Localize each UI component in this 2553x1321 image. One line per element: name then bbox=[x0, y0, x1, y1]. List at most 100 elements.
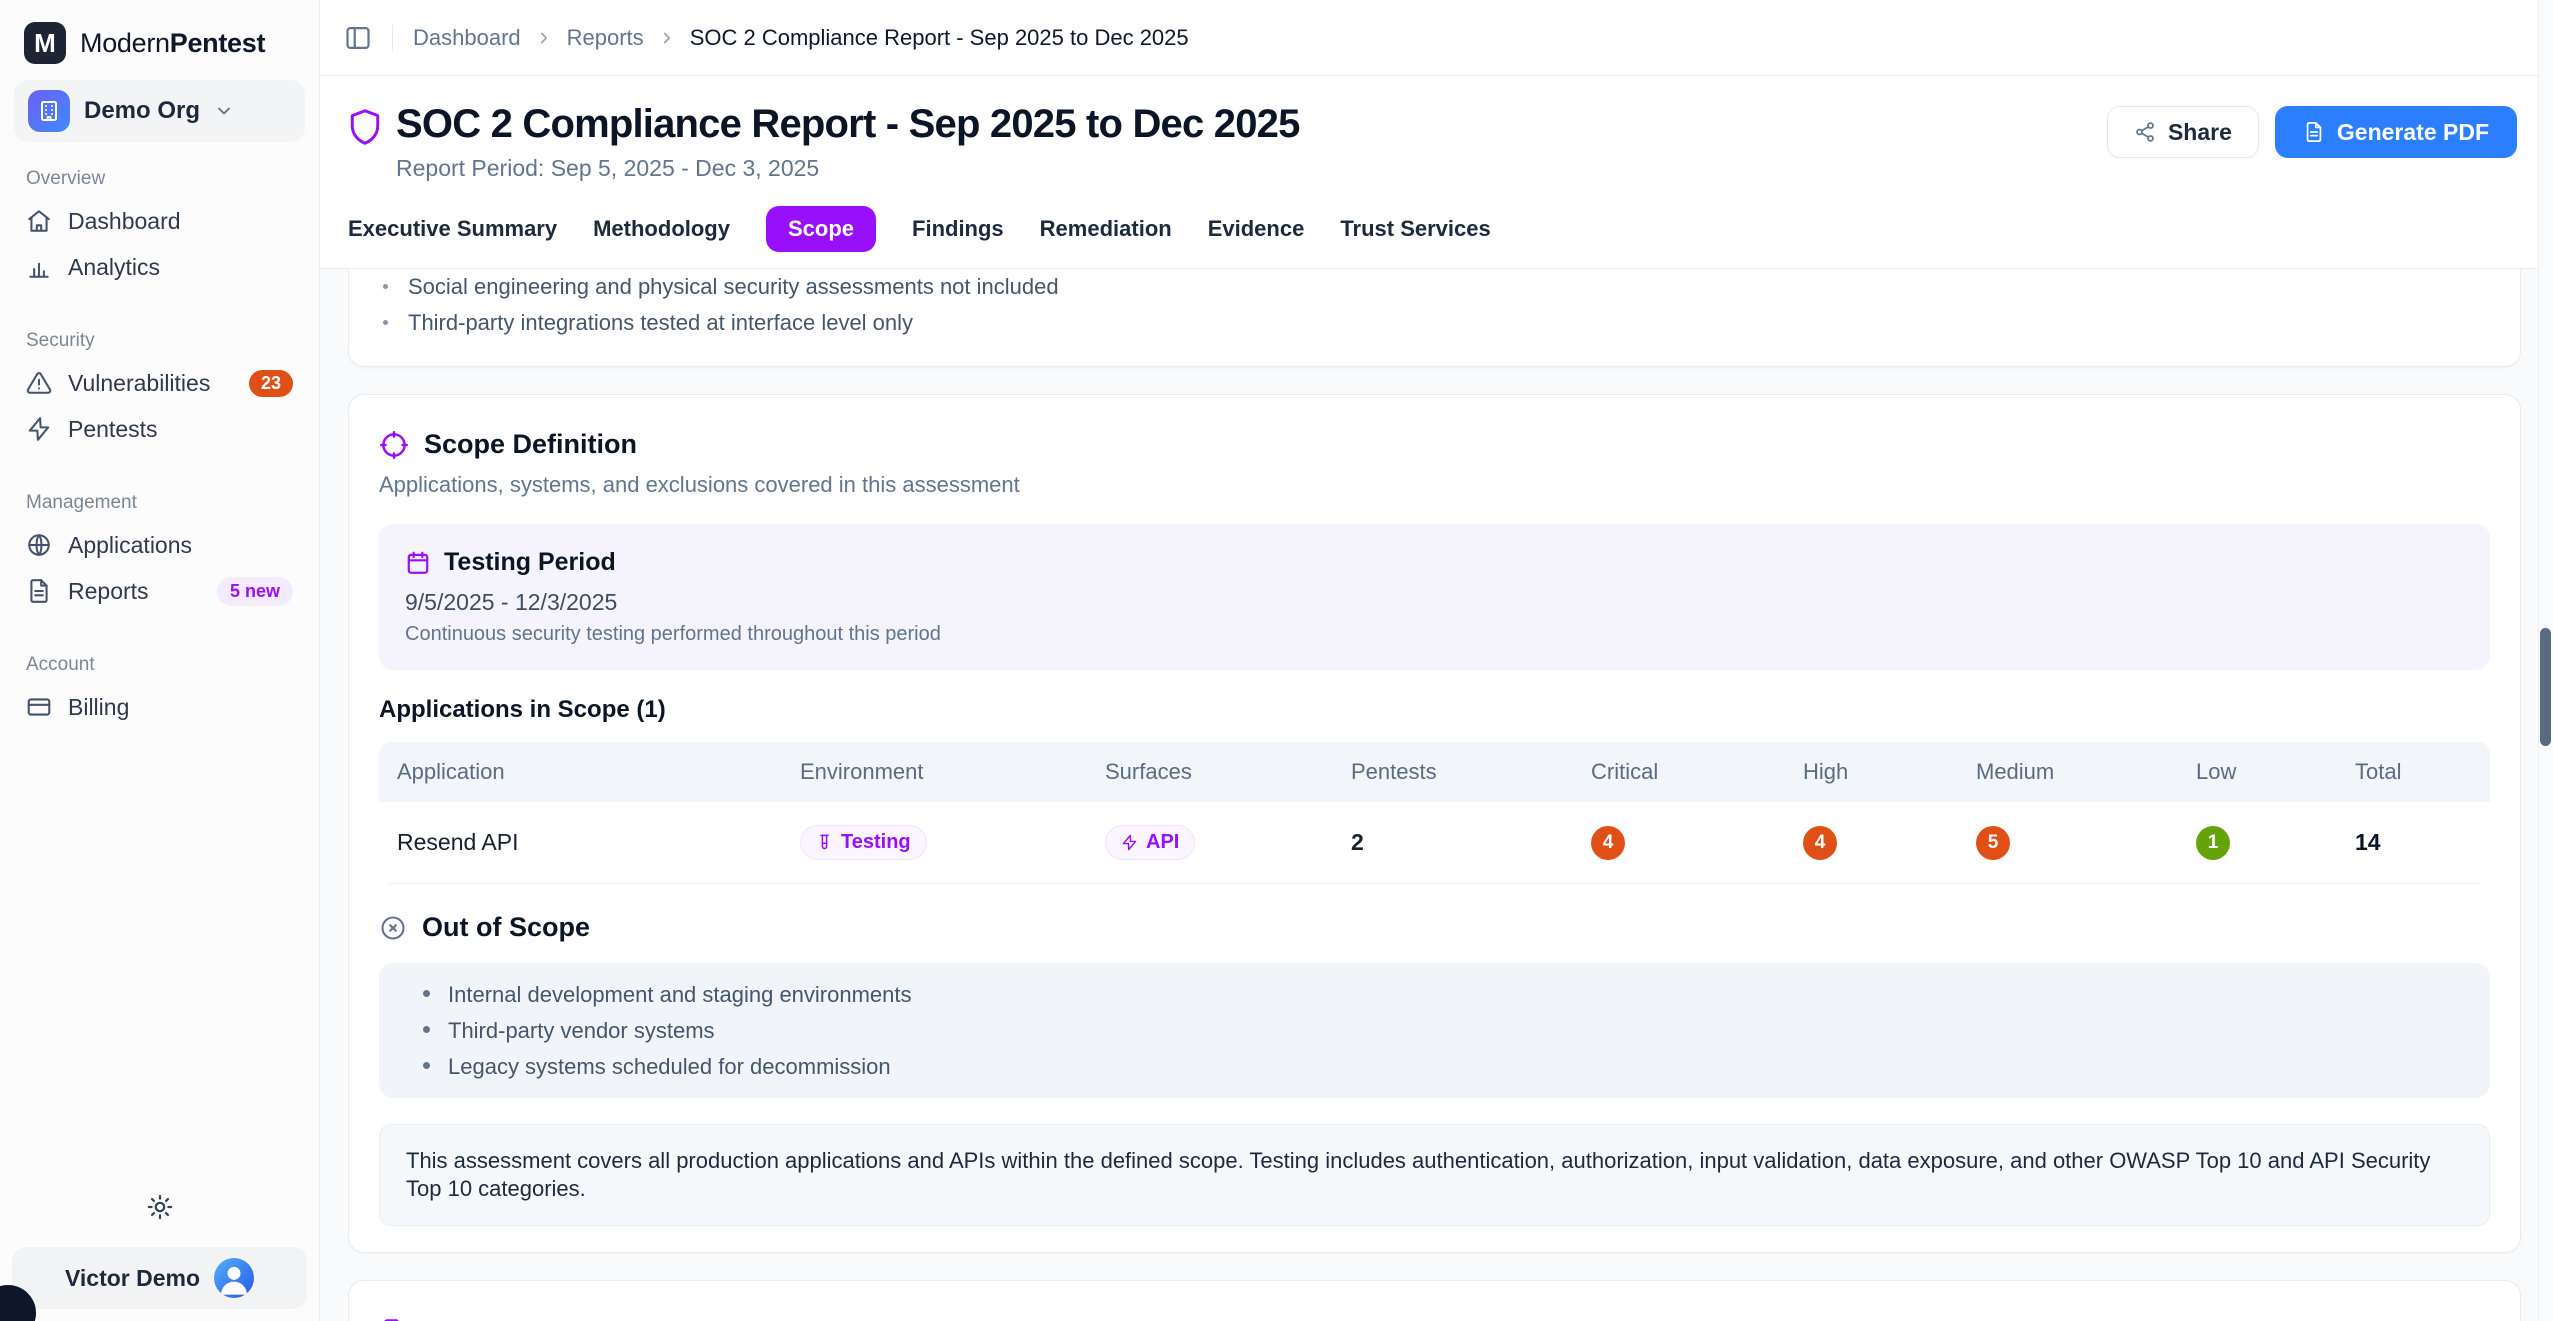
brand: M ModernPentest bbox=[0, 0, 319, 64]
zap-icon bbox=[1121, 834, 1138, 851]
share-label: Share bbox=[2168, 119, 2232, 146]
sidebar-item-vulnerabilities[interactable]: Vulnerabilities 23 bbox=[0, 360, 319, 406]
user-menu[interactable]: Victor Demo bbox=[12, 1247, 307, 1309]
tab-findings[interactable]: Findings bbox=[912, 206, 1004, 252]
avatar bbox=[214, 1258, 254, 1298]
brand-logo-icon: M bbox=[24, 22, 66, 64]
scope-definition-card: Scope Definition Applications, systems, … bbox=[348, 394, 2521, 1253]
applications-table: Application Environment Surfaces Pentest… bbox=[379, 742, 2490, 884]
table-row: Resend API Testing API bbox=[379, 802, 2490, 884]
sidebar-item-reports[interactable]: Reports 5 new bbox=[0, 568, 319, 614]
col-high: High bbox=[1803, 759, 1976, 785]
sidebar-item-label: Vulnerabilities bbox=[68, 370, 210, 397]
report-content: Social engineering and physical security… bbox=[320, 269, 2553, 1321]
security-findings-title: Security Findings bbox=[424, 1317, 651, 1321]
credit-card-icon bbox=[26, 694, 52, 720]
bullet-dot bbox=[383, 284, 388, 289]
sidebar-item-label: Pentests bbox=[68, 416, 158, 443]
col-critical: Critical bbox=[1591, 759, 1803, 785]
application-name: Resend API bbox=[397, 829, 800, 856]
security-findings-card: Security Findings Detailed vulnerabiliti… bbox=[348, 1280, 2521, 1321]
sidebar-spacer bbox=[0, 730, 319, 1193]
topbar: Dashboard Reports SOC 2 Compliance Repor… bbox=[320, 0, 2553, 76]
calendar-icon bbox=[405, 550, 431, 576]
share-icon bbox=[2134, 121, 2156, 143]
critical-count-badge: 4 bbox=[1591, 826, 1625, 860]
share-button[interactable]: Share bbox=[2107, 106, 2259, 158]
tab-scope[interactable]: Scope bbox=[766, 206, 876, 252]
page-header: SOC 2 Compliance Report - Sep 2025 to De… bbox=[320, 76, 2553, 269]
shield-icon bbox=[348, 108, 382, 182]
vulnerabilities-count-badge: 23 bbox=[249, 370, 293, 397]
sidebar-section-security: Security bbox=[26, 330, 293, 352]
theme-toggle-sun-icon[interactable] bbox=[0, 1193, 319, 1221]
tab-methodology[interactable]: Methodology bbox=[593, 206, 730, 252]
sidebar-toggle-icon[interactable] bbox=[344, 24, 372, 52]
reports-new-badge: 5 new bbox=[217, 577, 293, 606]
list-item: Third-party integrations tested at inter… bbox=[383, 310, 2486, 336]
zap-icon bbox=[26, 416, 52, 442]
breadcrumb: Dashboard Reports SOC 2 Compliance Repor… bbox=[413, 25, 1189, 51]
generate-pdf-label: Generate PDF bbox=[2337, 119, 2489, 146]
col-low: Low bbox=[2196, 759, 2355, 785]
chevron-right-icon bbox=[658, 29, 676, 47]
home-icon bbox=[26, 208, 52, 234]
scrollbar-thumb[interactable] bbox=[2540, 628, 2551, 746]
org-switcher[interactable]: Demo Org bbox=[14, 80, 305, 142]
brand-name: ModernPentest bbox=[80, 28, 265, 59]
pentests-count: 2 bbox=[1351, 829, 1591, 856]
scrollbar-track[interactable] bbox=[2538, 0, 2553, 1321]
tab-remediation[interactable]: Remediation bbox=[1040, 206, 1172, 252]
out-of-scope-box: Internal development and staging environ… bbox=[379, 963, 2490, 1098]
environment-badge: Testing bbox=[800, 825, 927, 860]
chevron-right-icon bbox=[535, 29, 553, 47]
breadcrumb-dashboard[interactable]: Dashboard bbox=[413, 25, 521, 51]
testing-period-note: Continuous security testing performed th… bbox=[405, 623, 2464, 646]
table-header-row: Application Environment Surfaces Pentest… bbox=[379, 742, 2490, 802]
globe-icon bbox=[26, 532, 52, 558]
list-item: Social engineering and physical security… bbox=[383, 274, 2486, 300]
tab-trust-services[interactable]: Trust Services bbox=[1340, 206, 1490, 252]
col-medium: Medium bbox=[1976, 759, 2196, 785]
tab-evidence[interactable]: Evidence bbox=[1208, 206, 1305, 252]
sidebar-item-billing[interactable]: Billing bbox=[0, 684, 319, 730]
file-icon bbox=[2303, 121, 2325, 143]
medium-count-badge: 5 bbox=[1976, 826, 2010, 860]
sidebar-item-analytics[interactable]: Analytics bbox=[0, 244, 319, 290]
generate-pdf-button[interactable]: Generate PDF bbox=[2275, 106, 2517, 158]
testing-period-box: Testing Period 9/5/2025 - 12/3/2025 Cont… bbox=[379, 524, 2490, 670]
sidebar-item-label: Reports bbox=[68, 578, 149, 605]
surface-badge: API bbox=[1105, 825, 1195, 860]
sidebar: M ModernPentest Demo Org Overview Dashbo… bbox=[0, 0, 320, 1321]
app-root: M ModernPentest Demo Org Overview Dashbo… bbox=[0, 0, 2553, 1321]
assessment-note: This assessment covers all production ap… bbox=[379, 1124, 2490, 1226]
file-search-icon bbox=[379, 1318, 409, 1321]
breadcrumb-current: SOC 2 Compliance Report - Sep 2025 to De… bbox=[690, 25, 1189, 51]
scope-definition-title: Scope Definition bbox=[424, 429, 637, 460]
testing-period-title: Testing Period bbox=[444, 548, 616, 577]
sidebar-item-dashboard[interactable]: Dashboard bbox=[0, 198, 319, 244]
sidebar-item-label: Applications bbox=[68, 532, 192, 559]
list-item: Legacy systems scheduled for decommissio… bbox=[379, 1053, 2490, 1080]
col-environment: Environment bbox=[800, 759, 1105, 785]
alert-triangle-icon bbox=[26, 370, 52, 396]
low-count-badge: 1 bbox=[2196, 826, 2230, 860]
testing-period-range: 9/5/2025 - 12/3/2025 bbox=[405, 589, 2464, 616]
bullet-dot bbox=[423, 990, 430, 997]
tab-executive-summary[interactable]: Executive Summary bbox=[348, 206, 557, 252]
list-item: Internal development and staging environ… bbox=[379, 981, 2490, 1008]
bullet-dot bbox=[423, 1026, 430, 1033]
sidebar-item-label: Dashboard bbox=[68, 208, 181, 235]
crosshair-icon bbox=[379, 430, 409, 460]
sidebar-item-pentests[interactable]: Pentests bbox=[0, 406, 319, 452]
col-pentests: Pentests bbox=[1351, 759, 1591, 785]
high-count-badge: 4 bbox=[1803, 826, 1837, 860]
total-count: 14 bbox=[2355, 829, 2490, 856]
org-name: Demo Org bbox=[84, 97, 200, 125]
file-text-icon bbox=[26, 578, 52, 604]
report-period: Report Period: Sep 5, 2025 - Dec 3, 2025 bbox=[396, 155, 1300, 182]
sidebar-section-overview: Overview bbox=[26, 168, 293, 190]
report-tabs: Executive Summary Methodology Scope Find… bbox=[348, 206, 2517, 268]
sidebar-item-applications[interactable]: Applications bbox=[0, 522, 319, 568]
breadcrumb-reports[interactable]: Reports bbox=[567, 25, 644, 51]
